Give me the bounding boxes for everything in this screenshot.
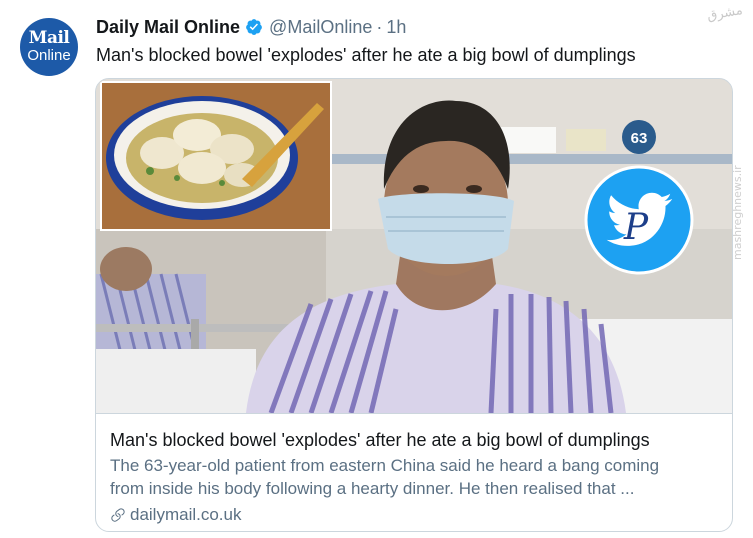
- room-number-sign: 63: [631, 130, 648, 147]
- link-preview-card[interactable]: 63 P Man's blocked bowel 'explodes' afte…: [95, 78, 733, 532]
- tweet-header: Daily Mail Online @MailOnline · 1h: [96, 15, 406, 39]
- card-domain[interactable]: dailymail.co.uk: [130, 504, 242, 526]
- twitter-bird-icon: P: [584, 165, 694, 275]
- svg-text:P: P: [623, 207, 649, 248]
- avatar[interactable]: Mail Online: [20, 18, 78, 76]
- card-description: The 63-year-old patient from eastern Chi…: [110, 454, 720, 500]
- tweet-text: Man's blocked bowel 'explodes' after he …: [96, 45, 636, 65]
- tweet[interactable]: Mail Online Daily Mail Online @MailOnlin…: [0, 0, 753, 538]
- card-body[interactable]: Man's blocked bowel 'explodes' after he …: [96, 413, 732, 531]
- corner-watermark: مشرق: [706, 3, 745, 24]
- avatar-logo-line2: Online: [27, 47, 71, 64]
- card-description-line: from inside his body following a hearty …: [110, 479, 635, 498]
- avatar-logo-line1: Mail: [28, 28, 70, 48]
- side-watermark: mashreghnews.ir: [731, 165, 744, 260]
- author-handle[interactable]: @MailOnline: [269, 17, 372, 38]
- link-icon: [111, 508, 125, 522]
- timestamp[interactable]: 1h: [386, 17, 406, 38]
- verified-badge-icon: [246, 19, 262, 35]
- dumplings-inset-photo: [100, 81, 332, 231]
- card-image[interactable]: 63 P: [96, 79, 732, 413]
- separator-dot: ·: [376, 16, 383, 37]
- card-description-line: The 63-year-old patient from eastern Chi…: [110, 456, 660, 475]
- author-name[interactable]: Daily Mail Online: [96, 17, 240, 38]
- card-title[interactable]: Man's blocked bowel 'explodes' after he …: [110, 428, 650, 452]
- card-domain-link[interactable]: dailymail.co.uk: [110, 504, 242, 526]
